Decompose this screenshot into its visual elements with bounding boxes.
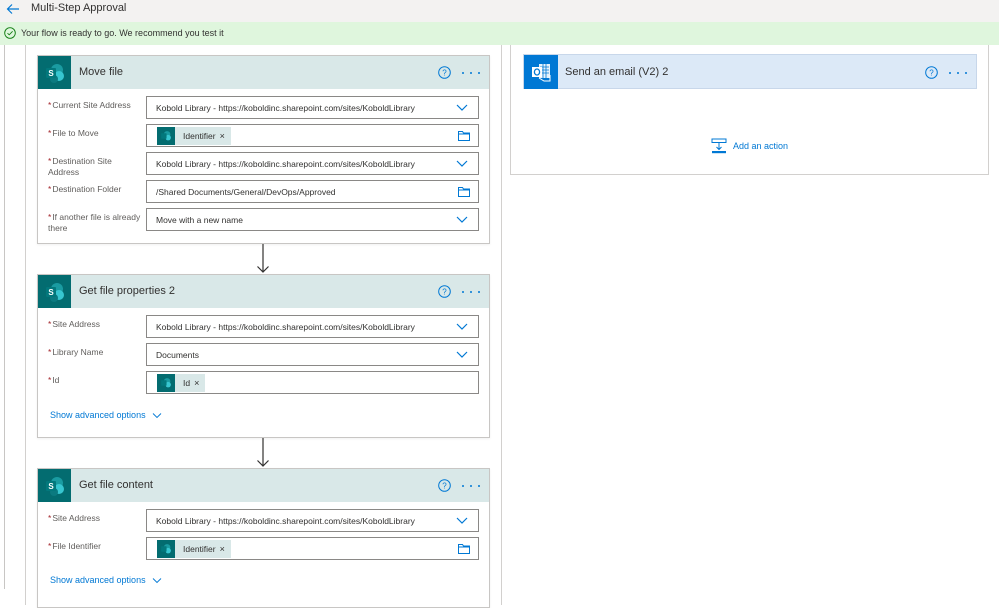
card-title: Get file properties 2 — [79, 285, 175, 297]
token-chip[interactable]: Identifier × — [157, 126, 231, 145]
file-identifier-input[interactable]: Identifier × — [146, 537, 479, 560]
card-title: Get file content — [79, 479, 153, 491]
card-header[interactable]: S Move file ? — [38, 56, 489, 89]
top-bar: Multi-Step Approval — [0, 0, 999, 22]
svg-text:?: ? — [442, 69, 447, 78]
sharepoint-icon — [157, 126, 175, 145]
conflict-behavior-dropdown[interactable]: Move with a new name — [146, 208, 479, 231]
card-header[interactable]: S Get file properties 2 ? — [38, 275, 489, 308]
chevron-down-icon — [456, 104, 468, 111]
chevron-down-icon — [456, 517, 468, 524]
svg-text:S: S — [48, 482, 54, 491]
site-address-dropdown[interactable]: Kobold Library - https://koboldinc.share… — [146, 509, 479, 532]
show-advanced-options-link[interactable]: Show advanced options — [50, 575, 162, 585]
folder-icon[interactable] — [458, 186, 470, 197]
token-chip[interactable]: Identifier × — [157, 539, 231, 558]
action-card-get-file-content: S Get file content ? *Site Address Kobol… — [37, 468, 490, 608]
more-options-icon[interactable] — [462, 479, 480, 492]
destination-site-address-dropdown[interactable]: Kobold Library - https://koboldinc.share… — [146, 152, 479, 175]
folder-icon[interactable] — [458, 543, 470, 554]
help-icon[interactable]: ? — [438, 479, 451, 492]
chevron-down-icon — [456, 160, 468, 167]
action-card-get-file-properties: S Get file properties 2 ? *Site Address … — [37, 274, 490, 438]
chevron-down-icon — [456, 351, 468, 358]
sharepoint-icon: S — [38, 56, 71, 89]
flow-title: Multi-Step Approval — [31, 2, 127, 14]
sharepoint-icon: S — [38, 469, 71, 502]
show-advanced-options-link[interactable]: Show advanced options — [50, 410, 162, 420]
help-icon[interactable]: ? — [438, 66, 451, 79]
destination-folder-input[interactable]: /Shared Documents/General/DevOps/Approve… — [146, 180, 479, 203]
outlook-icon — [524, 55, 558, 89]
more-options-icon[interactable] — [462, 285, 480, 298]
remove-token-icon[interactable]: × — [220, 544, 231, 554]
svg-text:?: ? — [442, 288, 447, 297]
svg-text:S: S — [48, 288, 54, 297]
card-title: Send an email (V2) 2 — [565, 66, 669, 78]
site-address-dropdown[interactable]: Kobold Library - https://koboldinc.share… — [146, 315, 479, 338]
token-chip[interactable]: Id × — [157, 373, 206, 392]
scope-border — [4, 45, 5, 589]
status-banner: Your flow is ready to go. We recommend y… — [0, 22, 999, 45]
help-icon[interactable]: ? — [925, 66, 938, 79]
chevron-down-icon — [456, 216, 468, 223]
sharepoint-icon — [157, 539, 175, 558]
library-name-dropdown[interactable]: Documents — [146, 343, 479, 366]
remove-token-icon[interactable]: × — [194, 378, 205, 388]
add-action-button[interactable]: Add an action — [711, 138, 788, 154]
chevron-down-icon — [152, 577, 161, 583]
more-options-icon[interactable] — [949, 66, 967, 79]
flow-arrow-icon — [257, 244, 269, 273]
check-circle-icon — [4, 27, 16, 39]
more-options-icon[interactable] — [462, 66, 480, 79]
sharepoint-icon — [157, 373, 175, 392]
id-input[interactable]: Id × — [146, 371, 479, 394]
action-card-move-file: S Move file ? *Current Site Address Kobo… — [37, 55, 490, 244]
sharepoint-icon: S — [38, 275, 71, 308]
banner-message: Your flow is ready to go. We recommend y… — [21, 28, 224, 38]
back-arrow-icon[interactable] — [5, 1, 21, 17]
svg-text:?: ? — [929, 69, 934, 78]
chevron-down-icon — [456, 323, 468, 330]
folder-icon[interactable] — [458, 130, 470, 141]
remove-token-icon[interactable]: × — [220, 131, 231, 141]
insert-step-icon — [711, 138, 727, 154]
flow-arrow-icon — [257, 438, 269, 467]
help-icon[interactable]: ? — [438, 285, 451, 298]
file-to-move-input[interactable]: Identifier × — [146, 124, 479, 147]
current-site-address-dropdown[interactable]: Kobold Library - https://koboldinc.share… — [146, 96, 479, 119]
card-title: Move file — [79, 66, 124, 78]
svg-text:S: S — [48, 69, 54, 78]
chevron-down-icon — [152, 412, 161, 418]
svg-text:?: ? — [442, 482, 447, 491]
action-card-send-email[interactable]: Send an email (V2) 2 ? — [523, 54, 977, 89]
card-header[interactable]: S Get file content ? — [38, 469, 489, 502]
